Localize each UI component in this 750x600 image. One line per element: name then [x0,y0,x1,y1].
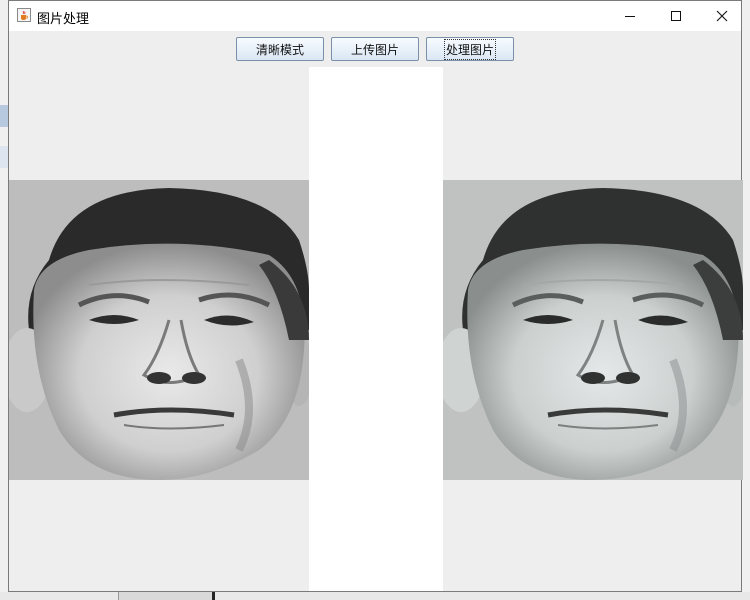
clear-mode-label: 清晰模式 [255,42,304,57]
background-window-strip [0,146,8,168]
processed-image [443,180,743,480]
java-cup-icon [17,8,31,22]
background-window-strip [0,105,8,127]
process-image-label: 处理图片 [443,38,497,60]
background-divider [212,592,215,600]
background-panel [118,592,213,600]
close-icon [716,10,728,22]
main-content: 清晰模式 上传图片 处理图片 [9,31,743,591]
window-title: 图片处理 [37,12,90,27]
upload-image-button[interactable]: 上传图片 [331,37,419,61]
original-image [9,180,309,480]
close-button[interactable] [699,1,745,31]
minimize-button[interactable] [607,1,653,31]
maximize-icon [671,11,681,21]
center-panel [309,67,443,591]
background-taskbar [0,592,750,600]
clear-mode-button[interactable]: 清晰模式 [236,37,324,61]
maximize-button[interactable] [653,1,699,31]
upload-image-label: 上传图片 [350,42,399,57]
minimize-icon [625,16,635,17]
process-image-button[interactable]: 处理图片 [426,37,514,61]
title-bar[interactable]: 图片处理 [9,1,741,31]
app-window: 图片处理 清晰模式 上传图片 处理图片 [8,0,743,592]
